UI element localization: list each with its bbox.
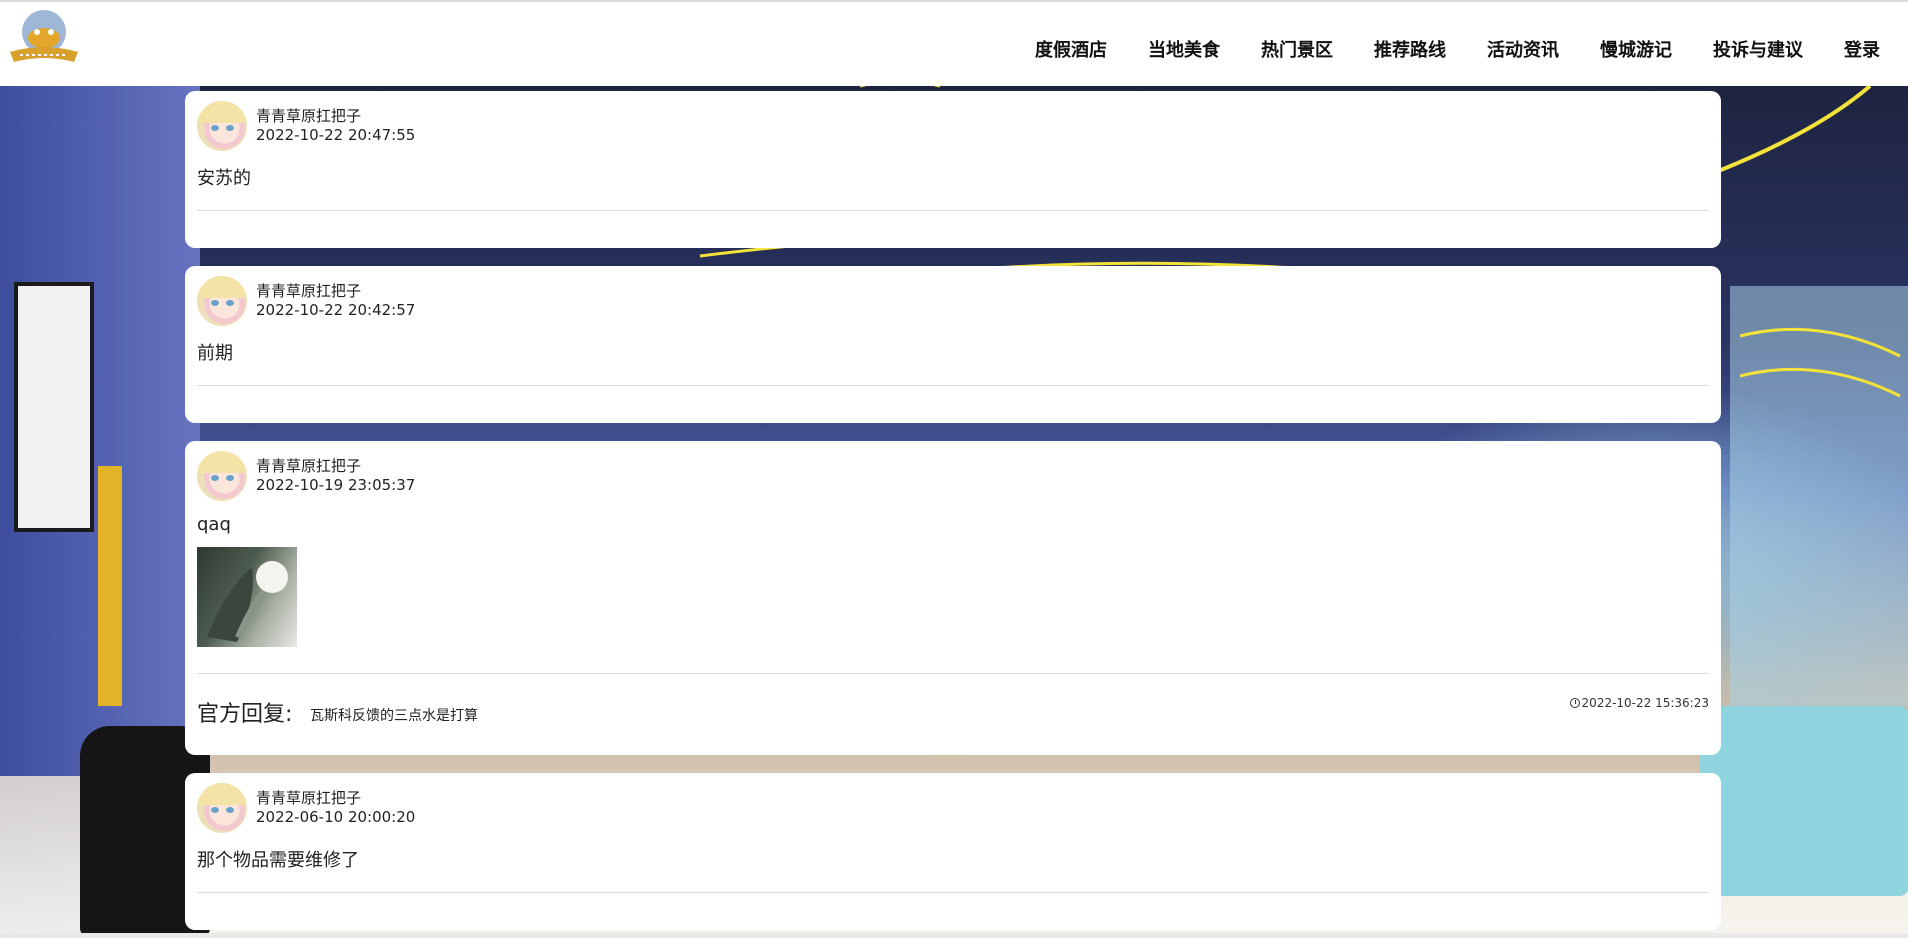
official-reply-timestamp: 2022-10-22 15:36:23 (1569, 696, 1709, 710)
nav-item-recommended-routes[interactable]: 推荐路线 (1374, 36, 1446, 62)
official-reply-label: 官方回复: (197, 702, 293, 727)
avatar (197, 783, 247, 833)
main-nav: 度假酒店 当地美食 热门景区 推荐路线 活动资讯 慢城游记 投诉与建议 登录 (994, 36, 1880, 62)
nav-item-event-news[interactable]: 活动资讯 (1487, 36, 1559, 62)
feedback-card: 青青草原扛把子 2022-06-10 20:00:20 那个物品需要维修了 (185, 773, 1721, 930)
avatar (197, 276, 247, 326)
clock-icon (1569, 698, 1580, 708)
divider (197, 892, 1709, 893)
username: 青青草原扛把子 (256, 457, 362, 475)
nav-item-complaints-suggestions[interactable]: 投诉与建议 (1713, 36, 1803, 62)
divider (197, 385, 1709, 386)
divider (197, 210, 1709, 211)
top-navigation-bar: 度假酒店 当地美食 热门景区 推荐路线 活动资讯 慢城游记 投诉与建议 登录 (0, 0, 1908, 86)
feedback-card: 青青草原扛把子 2022-10-22 20:42:57 前期 (185, 266, 1721, 423)
post-image-thumbnail[interactable] (197, 547, 297, 647)
nav-item-popular-attractions[interactable]: 热门景区 (1261, 36, 1333, 62)
nav-item-travel-notes[interactable]: 慢城游记 (1600, 36, 1672, 62)
crab-mascot-logo-icon[interactable] (6, 8, 82, 64)
nav-item-local-food[interactable]: 当地美食 (1148, 36, 1220, 62)
nav-item-login[interactable]: 登录 (1844, 36, 1880, 62)
username: 青青草原扛把子 (256, 107, 362, 125)
post-content: 那个物品需要维修了 (197, 850, 359, 871)
official-reply-text: 瓦斯科反馈的三点水是打算 (310, 708, 478, 724)
post-content: 安苏的 (197, 168, 251, 189)
avatar (197, 451, 247, 501)
feedback-card: 青青草原扛把子 2022-10-19 23:05:37 qaq 官方回复: 瓦斯… (185, 441, 1721, 755)
post-timestamp: 2022-10-19 23:05:37 (256, 476, 416, 494)
nav-item-resort-hotels[interactable]: 度假酒店 (1035, 36, 1107, 62)
avatar (197, 101, 247, 151)
post-timestamp: 2022-10-22 20:47:55 (256, 126, 416, 144)
post-content: qaq (197, 514, 231, 535)
username: 青青草原扛把子 (256, 789, 362, 807)
post-timestamp: 2022-06-10 20:00:20 (256, 808, 416, 826)
reply-time-value: 2022-10-22 15:36:23 (1581, 696, 1709, 710)
page-bottom-edge (0, 933, 1908, 938)
divider (197, 673, 1709, 674)
post-timestamp: 2022-10-22 20:42:57 (256, 301, 416, 319)
username: 青青草原扛把子 (256, 282, 362, 300)
feedback-card: 青青草原扛把子 2022-10-22 20:47:55 安苏的 (185, 91, 1721, 248)
post-content: 前期 (197, 343, 233, 364)
